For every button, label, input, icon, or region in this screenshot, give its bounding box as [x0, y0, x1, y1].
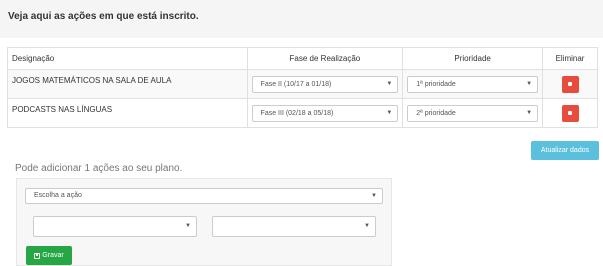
enrolled-actions-table: Designação Fase de Realização Prioridade… [7, 47, 598, 128]
page-heading: Veja aqui as ações em que está inscrito. [8, 11, 199, 22]
add-action-panel: Escolha a ação ▼ ▼ ▼ Gravar [16, 178, 392, 266]
table-header-row: Designação Fase de Realização Prioridade… [7, 47, 598, 70]
col-header-priority: Prioridade [402, 47, 544, 70]
save-button-label: Gravar [42, 252, 64, 259]
row-designation: PODCASTS NAS LÍNGUAS [7, 98, 248, 128]
priority-select-value: 2ª prioridade [416, 109, 456, 117]
delete-button[interactable] [561, 104, 579, 122]
save-button[interactable]: Gravar [26, 246, 72, 265]
trash-icon [568, 111, 573, 115]
delete-button[interactable] [561, 75, 579, 93]
table-row: JOGOS MATEMÁTICOS NA SALA DE AULA Fase I… [7, 69, 598, 99]
trash-icon [568, 82, 573, 86]
chevron-down-icon: ▼ [185, 223, 191, 229]
priority-select[interactable]: 2ª prioridade ▼ [407, 104, 539, 122]
chevron-down-icon: ▼ [371, 193, 377, 199]
phase-select[interactable]: Fase II (10/17 a 01/18) ▼ [251, 75, 399, 93]
floppy-icon [34, 252, 41, 259]
chevron-down-icon: ▼ [386, 109, 393, 116]
chevron-down-icon: ▼ [364, 223, 370, 229]
choose-action-value: Escolha a ação [34, 192, 82, 199]
priority-select[interactable]: 1ª prioridade ▼ [407, 75, 539, 93]
add-actions-label: Pode adicionar 1 ações ao seu plano. [15, 163, 183, 174]
action-priority-select[interactable]: ▼ [212, 216, 376, 237]
chevron-down-icon: ▼ [386, 80, 393, 87]
choose-action-select[interactable]: Escolha a ação ▼ [25, 188, 383, 204]
col-header-designation: Designação [7, 47, 248, 70]
phase-select-value: Fase III (02/18 a 05/18) [260, 109, 334, 117]
phase-select-value: Fase II (10/17 a 01/18) [260, 80, 332, 88]
row-designation: JOGOS MATEMÁTICOS NA SALA DE AULA [7, 69, 248, 99]
table-row: PODCASTS NAS LÍNGUAS Fase III (02/18 a 0… [7, 98, 598, 128]
chevron-down-icon: ▼ [526, 109, 533, 116]
priority-select-value: 1ª prioridade [416, 80, 456, 88]
chevron-down-icon: ▼ [526, 80, 533, 87]
col-header-phase: Fase de Realização [246, 47, 404, 70]
action-phase-select[interactable]: ▼ [33, 216, 197, 237]
update-data-button[interactable]: Atualizar dados [531, 141, 599, 160]
phase-select[interactable]: Fase III (02/18 a 05/18) ▼ [251, 104, 399, 122]
col-header-delete: Eliminar [542, 47, 598, 70]
